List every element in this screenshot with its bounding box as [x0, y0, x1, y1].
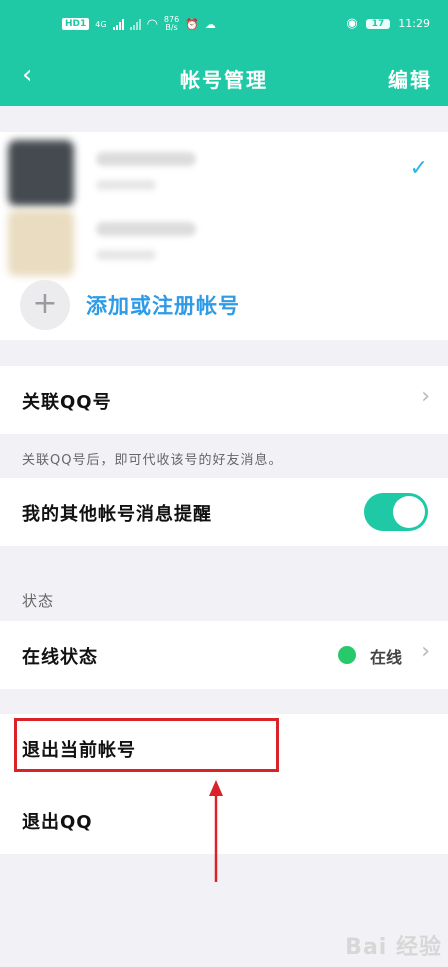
net-speed: 876 B/s: [164, 16, 179, 32]
other-account-notify-toggle[interactable]: [364, 493, 428, 531]
other-account-notify-row: 我的其他帐号消息提醒: [0, 478, 448, 546]
nav-bar: ‹ 帐号管理 编辑: [0, 48, 448, 106]
chevron-right-icon: ›: [421, 639, 430, 664]
plus-icon: +: [20, 280, 70, 330]
online-status-dot-icon: [338, 646, 356, 664]
account-avatar: [8, 140, 74, 206]
account-avatar: [8, 210, 74, 276]
status-section-header: 状态: [22, 592, 55, 610]
account-name-blurred: [96, 222, 196, 236]
online-status-row[interactable]: 在线状态 在线 ›: [0, 621, 448, 689]
add-account-label: 添加或注册帐号: [86, 294, 240, 318]
hd-label: HD: [65, 19, 81, 29]
network-4g-label: 4G: [95, 19, 107, 29]
hd-sub-label: 1: [80, 19, 87, 29]
signal-icon-2: [129, 18, 141, 30]
hd-badge: HD1: [62, 18, 90, 30]
account-id-blurred: [96, 250, 156, 260]
online-status-label: 在线状态: [22, 647, 98, 668]
chevron-right-icon: ›: [421, 384, 430, 409]
signal-icon: [112, 18, 124, 30]
alarm-icon: ⏰: [185, 17, 199, 31]
logout-current-account-button[interactable]: 退出当前帐号: [0, 714, 448, 782]
other-account-notify-label: 我的其他帐号消息提醒: [22, 504, 212, 525]
status-bar: HD1 4G ◠ 876 B/s ⏰ ☁ ◉ 17 11:29: [0, 0, 448, 48]
status-left: HD1 4G ◠ 876 B/s ⏰ ☁: [62, 16, 216, 32]
wifi-icon: ◠: [146, 16, 158, 32]
account-name-blurred: [96, 152, 196, 166]
watermark: Bai 经验: [345, 935, 442, 960]
link-qq-row[interactable]: 关联QQ号 ›: [0, 366, 448, 434]
eye-icon: ◉: [346, 16, 358, 31]
online-status-value: 在线: [369, 648, 402, 667]
toggle-knob: [393, 496, 425, 528]
edit-button[interactable]: 编辑: [388, 64, 432, 93]
link-qq-hint: 关联QQ号后，即可代收该号的好友消息。: [22, 453, 283, 468]
selected-check-icon: ✓: [409, 156, 428, 181]
cloud-icon: ☁: [204, 17, 216, 31]
link-qq-label: 关联QQ号: [22, 392, 112, 413]
page-title: 帐号管理: [180, 68, 268, 92]
account-item[interactable]: [8, 210, 428, 276]
battery-indicator: 17: [365, 18, 391, 29]
logout-qq-label: 退出QQ: [22, 812, 93, 833]
add-account-button[interactable]: + 添加或注册帐号: [20, 280, 240, 330]
net-speed-unit: B/s: [165, 23, 178, 32]
annotation-arrow-icon: [209, 780, 223, 882]
account-item[interactable]: [8, 140, 428, 206]
account-id-blurred: [96, 180, 156, 190]
status-right: ◉ 17 11:29: [346, 16, 430, 31]
logout-current-account-label: 退出当前帐号: [22, 740, 136, 761]
clock: 11:29: [398, 17, 430, 30]
